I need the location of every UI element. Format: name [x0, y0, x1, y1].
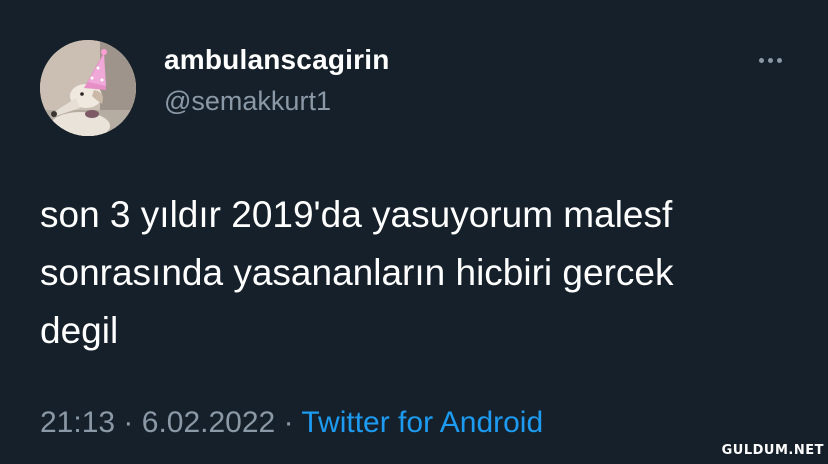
- meta-separator: ·: [283, 406, 294, 439]
- meta-separator: ·: [123, 406, 134, 439]
- tweet-source-link[interactable]: Twitter for Android: [301, 406, 543, 439]
- more-horizontal-icon: [767, 57, 773, 63]
- tweet-time[interactable]: 21:13: [40, 406, 115, 439]
- more-horizontal-icon: [776, 57, 782, 63]
- avatar[interactable]: [40, 40, 136, 136]
- tweet-date[interactable]: 6.02.2022: [142, 406, 275, 439]
- tweet-meta: 21:13 · 6.02.2022 · Twitter for Android: [40, 406, 543, 440]
- tweet-text: son 3 yıldır 2019'da yasuyorum malesf so…: [40, 194, 674, 351]
- more-horizontal-icon: [758, 57, 764, 63]
- user-handle[interactable]: @semakkurt1: [164, 86, 331, 117]
- watermark: GULDUM.NET: [721, 443, 824, 458]
- dog-party-hat-icon: [40, 40, 136, 136]
- more-options-button[interactable]: [750, 48, 790, 72]
- display-name[interactable]: ambulanscagirin: [164, 44, 390, 76]
